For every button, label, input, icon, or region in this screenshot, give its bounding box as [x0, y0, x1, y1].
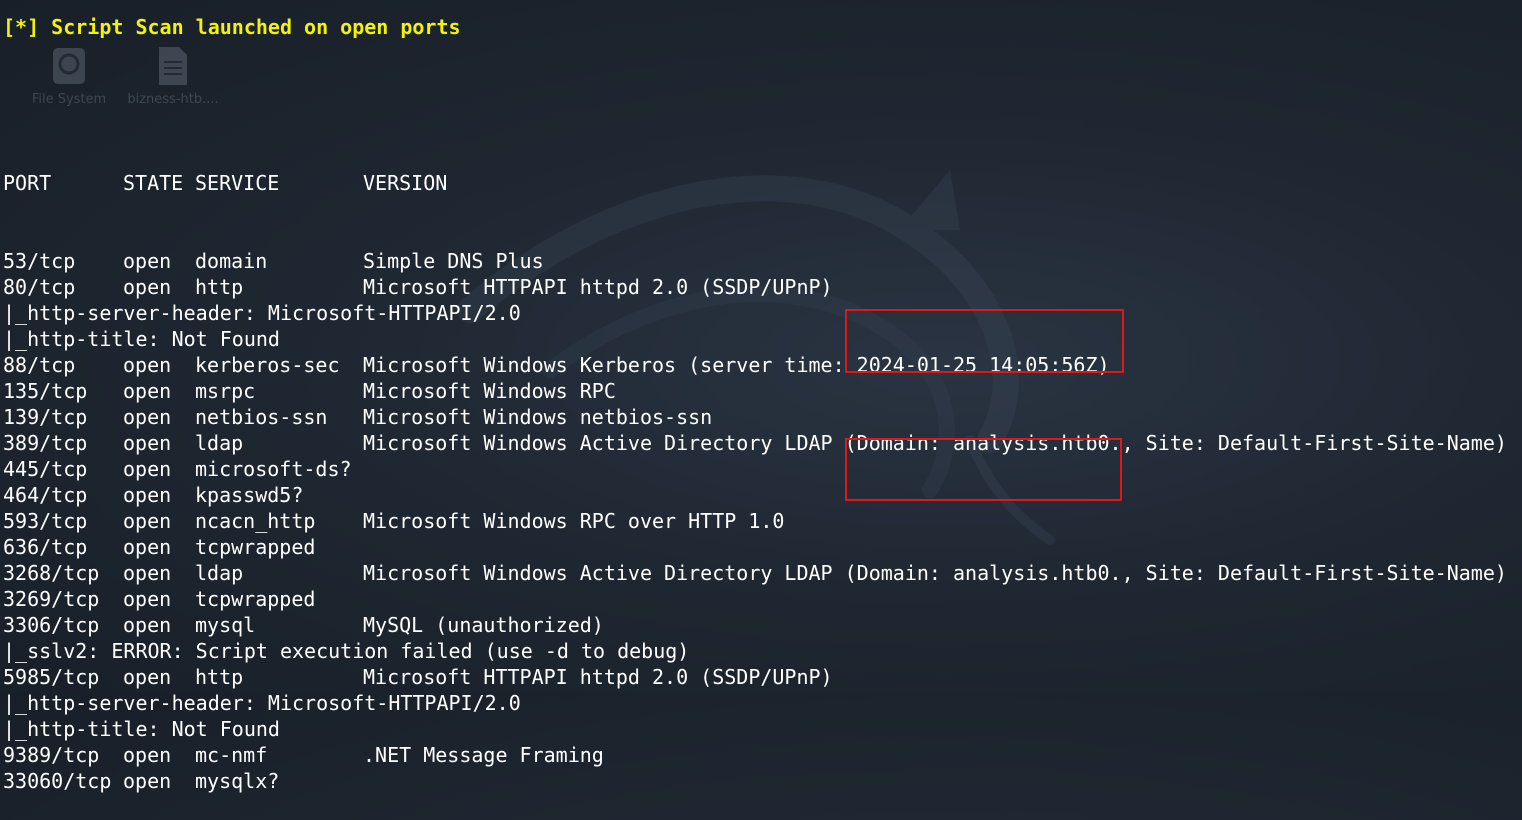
- port-row: 139/tcp open netbios-ssn Microsoft Windows …: [3, 404, 1507, 430]
- port-cell: 445/tcp: [3, 457, 88, 481]
- port-cell: 80/tcp: [3, 275, 76, 299]
- state-cell: open: [123, 509, 172, 533]
- service-cell: ncacn_http: [195, 509, 316, 533]
- terminal-output: PORT STATE SERVICE VERSION 53/tcp open domain…: [3, 118, 1507, 820]
- table-header: PORT STATE SERVICE VERSION: [3, 170, 1507, 196]
- state-cell: open: [123, 249, 172, 273]
- port-cell: 139/tcp: [3, 405, 88, 429]
- port-cell: 9389/tcp: [3, 743, 100, 767]
- version-cell: Microsoft HTTPAPI httpd 2.0 (SSDP/UPnP): [363, 275, 833, 299]
- state-cell: open: [123, 353, 172, 377]
- port-cell: 389/tcp: [3, 431, 88, 455]
- header-state: STATE: [123, 171, 184, 195]
- service-cell: microsoft-ds?: [195, 457, 352, 481]
- port-row: 53/tcp open domain Simple DNS Plus: [3, 248, 1507, 274]
- script-output-line: |_sslv2: ERROR: Script execution failed …: [3, 639, 690, 663]
- port-cell: 464/tcp: [3, 483, 88, 507]
- port-row: 3268/tcp open ldap Microsoft Windows Active…: [3, 560, 1507, 586]
- port-row: 5985/tcp open http Microsoft HTTPAPI httpd …: [3, 664, 1507, 690]
- port-row: 3269/tcp open tcpwrapped: [3, 586, 1507, 612]
- version-cell: .NET Message Framing: [363, 743, 604, 767]
- service-cell: http: [195, 275, 244, 299]
- port-cell: 3269/tcp: [3, 587, 100, 611]
- service-cell: tcpwrapped: [195, 587, 316, 611]
- port-cell: 3306/tcp: [3, 613, 100, 637]
- desktop-icon-label: bizness-htb....: [127, 92, 219, 107]
- service-cell: kerberos-sec: [195, 353, 340, 377]
- service-cell: mc-nmf: [195, 743, 268, 767]
- state-cell: open: [123, 535, 172, 559]
- port-row: 389/tcp open ldap Microsoft Windows Active …: [3, 430, 1507, 456]
- port-cell: 3268/tcp: [3, 561, 100, 585]
- service-cell: netbios-ssn: [195, 405, 328, 429]
- state-cell: open: [123, 431, 172, 455]
- port-cell: 33060/tcp: [3, 769, 112, 793]
- version-cell: Microsoft Windows RPC over HTTP 1.0: [363, 509, 785, 533]
- state-cell: open: [123, 275, 172, 299]
- state-cell: open: [123, 457, 172, 481]
- version-cell: Microsoft Windows netbios-ssn: [363, 405, 713, 429]
- script-output-line: |_http-server-header: Microsoft-HTTPAPI/…: [3, 301, 521, 325]
- version-cell: MySQL (unauthorized): [363, 613, 604, 637]
- state-cell: open: [123, 561, 172, 585]
- script-output-line: |_http-title: Not Found: [3, 717, 280, 741]
- port-cell: 593/tcp: [3, 509, 88, 533]
- service-cell: msrpc: [195, 379, 256, 403]
- port-cell: 636/tcp: [3, 535, 88, 559]
- drive-icon: [53, 48, 85, 84]
- port-cell: 5985/tcp: [3, 665, 100, 689]
- service-cell: http: [195, 665, 244, 689]
- scan-banner: [*] Script Scan launched on open ports: [3, 15, 461, 39]
- service-cell: mysql: [195, 613, 256, 637]
- service-cell: mysqlx?: [195, 769, 280, 793]
- port-row: 33060/tcp open mysqlx?: [3, 768, 1507, 794]
- port-row: 88/tcp open kerberos-sec Microsoft Windows …: [3, 352, 1507, 378]
- state-cell: open: [123, 483, 172, 507]
- script-output-line: |_http-title: Not Found: [3, 327, 280, 351]
- port-row: 445/tcp open microsoft-ds?: [3, 456, 1507, 482]
- state-cell: open: [123, 379, 172, 403]
- port-row: 464/tcp open kpasswd5?: [3, 482, 1507, 508]
- desktop-icon-bizness[interactable]: bizness-htb....: [118, 46, 228, 107]
- version-cell: Microsoft HTTPAPI httpd 2.0 (SSDP/UPnP): [363, 665, 833, 689]
- version-cell: Simple DNS Plus: [363, 249, 544, 273]
- state-cell: open: [123, 587, 172, 611]
- highlight-box-ldap-389: [845, 309, 1124, 373]
- state-cell: open: [123, 769, 172, 793]
- service-cell: ldap: [195, 561, 244, 585]
- header-service: SERVICE: [195, 171, 280, 195]
- state-cell: open: [123, 665, 172, 689]
- service-cell: domain: [195, 249, 268, 273]
- desktop-icon-file-system[interactable]: File System: [14, 46, 124, 107]
- version-cell: Microsoft Windows Active Directory LDAP …: [363, 561, 1507, 585]
- state-cell: open: [123, 743, 172, 767]
- port-table-body: 53/tcp open domain Simple DNS Plus 80/tcp ope…: [3, 248, 1507, 794]
- port-row: 3306/tcp open mysql MySQL (unauthorized): [3, 612, 1507, 638]
- service-cell: kpasswd5?: [195, 483, 304, 507]
- port-row: 593/tcp open ncacn_http Microsoft Windows R…: [3, 508, 1507, 534]
- port-row: 135/tcp open msrpc Microsoft Windows RPC: [3, 378, 1507, 404]
- highlight-box-ldap-3268: [845, 438, 1122, 501]
- port-cell: 53/tcp: [3, 249, 76, 273]
- port-row: 636/tcp open tcpwrapped: [3, 534, 1507, 560]
- header-port: PORT: [3, 171, 52, 195]
- state-cell: open: [123, 405, 172, 429]
- port-cell: 88/tcp: [3, 353, 76, 377]
- port-row: 9389/tcp open mc-nmf .NET Message Framing: [3, 742, 1507, 768]
- service-cell: ldap: [195, 431, 244, 455]
- port-row: 80/tcp open http Microsoft HTTPAPI httpd 2.…: [3, 274, 1507, 300]
- script-output-line: |_http-server-header: Microsoft-HTTPAPI/…: [3, 691, 521, 715]
- port-cell: 135/tcp: [3, 379, 88, 403]
- version-cell: Microsoft Windows RPC: [363, 379, 616, 403]
- header-version: VERSION: [363, 171, 448, 195]
- service-cell: tcpwrapped: [195, 535, 316, 559]
- state-cell: open: [123, 613, 172, 637]
- document-icon: [159, 47, 187, 85]
- desktop-icon-label: File System: [31, 92, 107, 107]
